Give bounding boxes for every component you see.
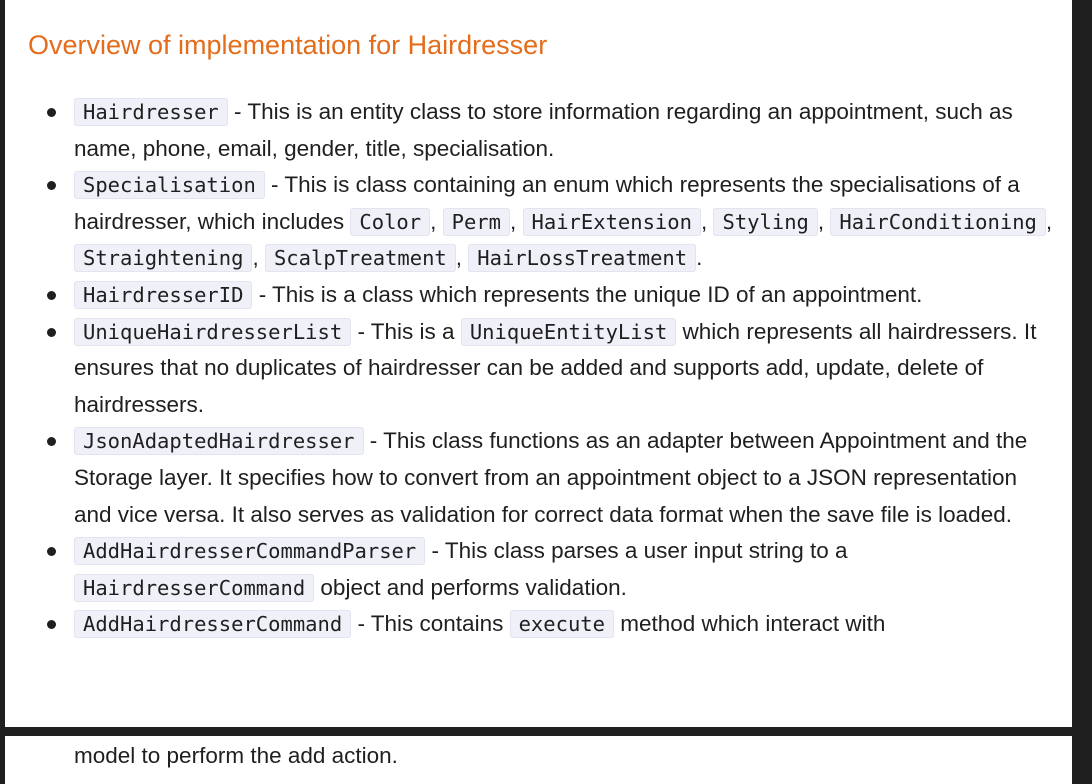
code-class-name: HairdresserID xyxy=(74,280,253,309)
separator: , xyxy=(817,208,831,234)
list-item-add-hairdresser-command-parser: AddHairdresserCommandParser - This class… xyxy=(47,533,1059,606)
continuation-text: model to perform the add action. xyxy=(74,743,398,768)
section-title: Overview of implementation for Hairdress… xyxy=(28,30,548,60)
code-enum-value: Perm xyxy=(442,207,510,236)
list-item-hairdresser: Hairdresser - This is an entity class to… xyxy=(47,94,1059,167)
code-inline: execute xyxy=(509,610,614,639)
separator: , xyxy=(1045,208,1053,234)
code-inline: UniqueEntityList xyxy=(460,317,677,346)
screenshot-divider xyxy=(0,727,1092,736)
separator: , xyxy=(252,245,265,271)
list-item-unique-hairdresser-list: UniqueHairdresserList - This is a Unique… xyxy=(47,314,1059,424)
list-item-specialisation: Specialisation - This is class containin… xyxy=(47,167,1059,277)
window-frame-right xyxy=(1072,0,1092,784)
list-item-json-adapted-hairdresser: JsonAdaptedHairdresser - This class func… xyxy=(47,423,1059,533)
item-description: - This contains xyxy=(351,611,510,637)
window-frame-left xyxy=(0,0,5,784)
code-enum-value: HairConditioning xyxy=(830,207,1046,236)
code-enum-value: HairLossTreatment xyxy=(468,244,697,273)
code-enum-value: Straightening xyxy=(74,244,253,273)
code-enum-value: Styling xyxy=(713,207,818,236)
item-description-cont: method which interact with xyxy=(614,611,886,637)
item-description-cont: object and performs validation. xyxy=(314,574,627,600)
separator: , xyxy=(455,245,469,271)
code-class-name: JsonAdaptedHairdresser xyxy=(74,427,364,456)
code-class-name: UniqueHairdresserList xyxy=(74,317,352,346)
separator: , xyxy=(700,208,714,234)
item-description: - This is a xyxy=(351,318,461,344)
code-inline: HairdresserCommand xyxy=(74,573,315,602)
code-enum-value: HairExtension xyxy=(522,207,701,236)
list-item-add-hairdresser-command: AddHairdresserCommand - This contains ex… xyxy=(47,606,1059,643)
code-enum-value: Color xyxy=(350,207,431,236)
implementation-list: Hairdresser - This is an entity class to… xyxy=(47,94,1059,643)
code-class-name: AddHairdresserCommandParser xyxy=(74,537,426,566)
separator: , xyxy=(510,208,523,234)
code-enum-value: ScalpTreatment xyxy=(264,244,456,273)
code-class-name: AddHairdresserCommand xyxy=(74,610,352,639)
item-description: - This is a class which represents the u… xyxy=(252,281,923,307)
item-end-punctuation: . xyxy=(696,245,703,271)
separator: , xyxy=(430,208,443,234)
item-description: - This class parses a user input string … xyxy=(425,538,848,564)
code-class-name: Hairdresser xyxy=(74,98,228,126)
list-item-hairdresser-id: HairdresserID - This is a class which re… xyxy=(47,277,1059,314)
code-class-name: Specialisation xyxy=(74,171,265,200)
